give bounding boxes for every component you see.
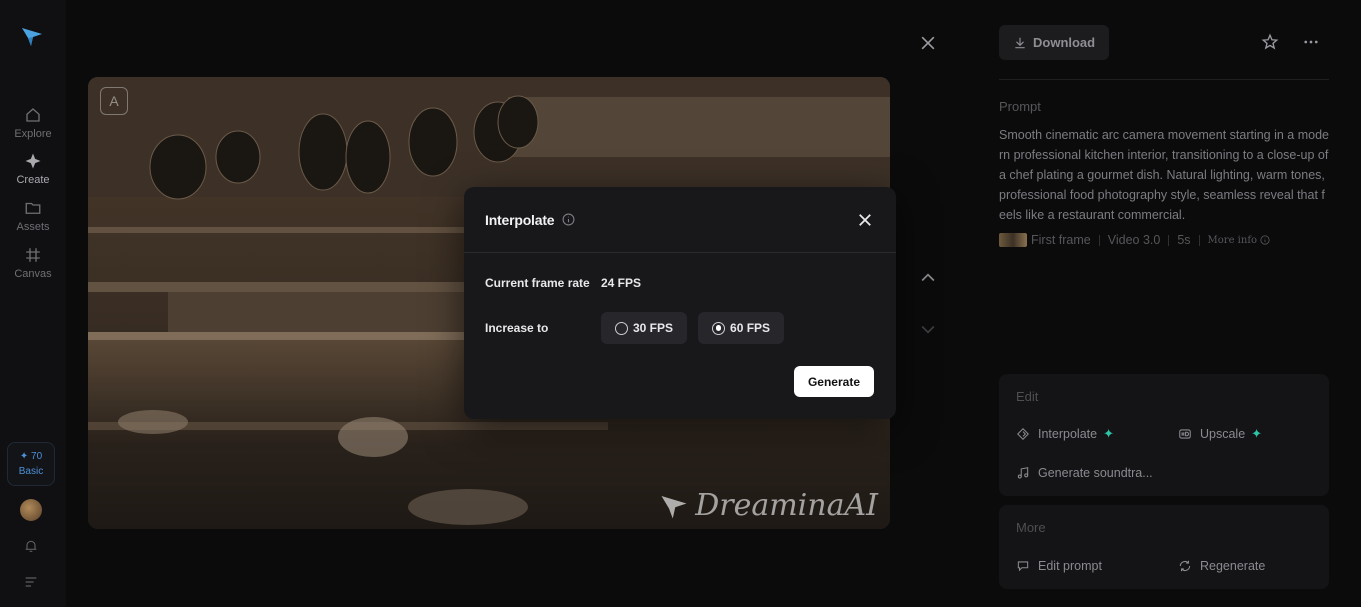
details-panel: Download Prompt Smooth cinematic arc cam… [986,0,1361,607]
watermark: DreaminaAI [657,488,878,523]
credits-badge[interactable]: ✦ 70 Basic [7,442,55,486]
interpolate-label: Interpolate [1038,427,1098,441]
fps-30-option[interactable]: 30 FPS [601,312,688,344]
current-rate-value: 24 FPS [601,276,642,290]
avatar[interactable] [20,499,42,521]
sparkle-icon: ✦ [1103,426,1114,441]
hd-icon [1179,429,1191,439]
current-rate-label: Current frame rate [485,276,590,290]
info-icon[interactable] [562,213,575,226]
first-frame-thumbnail[interactable] [999,233,1027,247]
edit-card: Edit Interpolate ✦ Upscale ✦ Generate so… [999,374,1329,496]
dialog-header: Interpolate [464,187,896,253]
ai-badge: A [100,87,128,115]
menu-icon[interactable] [23,574,39,590]
bell-icon[interactable] [23,538,39,554]
star-icon[interactable] [1261,33,1279,51]
close-icon[interactable] [918,33,938,53]
duration-label: 5s [1177,233,1191,247]
fps-60-option[interactable]: 60 FPS [698,312,785,344]
sparkle-diamond-icon [25,153,41,169]
nav-explore-label: Explore [14,128,52,140]
generate-button[interactable]: Generate [793,366,874,397]
first-frame-label: First frame [1031,233,1091,247]
prompt-text: Smooth cinematic arc camera movement sta… [999,128,1329,222]
soundtrack-label: Generate soundtra... [1038,466,1153,480]
edit-heading: Edit [1016,389,1039,404]
folder-icon [25,202,41,214]
chevron-down-icon[interactable] [918,319,938,339]
divider [999,79,1329,80]
more-options-icon[interactable] [1302,33,1320,51]
nav-explore[interactable]: Explore [0,106,66,140]
download-icon [1015,37,1025,48]
credits-plan: Basic [18,466,44,477]
more-card: More Edit prompt Regenerate [999,505,1329,589]
edit-prompt-icon [1017,561,1029,572]
generation-meta: First frame Video 3.0 5s More info [999,233,1270,247]
more-info-link[interactable]: More info [1208,235,1258,246]
separator [1098,234,1100,246]
nav-assets-label: Assets [16,221,50,233]
radio-30-fps[interactable] [615,321,628,335]
dreamina-logo-icon[interactable] [20,24,44,48]
dreamina-watermark-icon [661,495,687,518]
home-icon [26,108,40,122]
increase-row: Increase to 30 FPS 60 FPS [485,312,795,344]
interpolate-icon [1017,428,1029,440]
info-icon [1260,235,1270,245]
watermark-text: DreaminaAI [695,488,878,523]
interpolate-dialog: Interpolate Current frame rate 24 FPS In… [464,187,896,419]
separator [1198,234,1200,246]
edit-prompt-label: Edit prompt [1038,559,1102,573]
upscale-label: Upscale [1200,427,1246,441]
fps-30-label: 30 FPS [633,321,674,335]
nav-assets[interactable]: Assets [0,199,66,233]
interpolate-action[interactable]: Interpolate ✦ [1016,426,1114,442]
more-heading: More [1016,520,1046,535]
credits-value: ✦ 70 [19,451,43,462]
nav-canvas-label: Canvas [14,268,52,280]
download-label: Download [1033,35,1096,50]
left-rail: Explore Create Assets Canvas ✦ 70 Basic [0,0,66,607]
nav-create[interactable]: Create [0,152,66,186]
increase-label: Increase to [485,321,549,335]
regenerate-action[interactable]: Regenerate [1178,559,1265,573]
download-button[interactable]: Download [999,25,1110,60]
upscale-action[interactable]: Upscale ✦ [1178,426,1262,442]
separator [1168,234,1170,246]
current-rate-row: Current frame rate 24 FPS [485,276,641,290]
chevron-up-icon[interactable] [918,268,938,288]
dialog-title: Interpolate [485,211,555,228]
prompt-heading: Prompt [999,99,1041,114]
model-label: Video 3.0 [1107,233,1161,247]
regenerate-icon [1179,560,1191,572]
soundtrack-action[interactable]: Generate soundtra... [1016,466,1153,480]
radio-60-fps[interactable] [712,321,726,335]
nav-canvas[interactable]: Canvas [0,246,66,280]
music-note-icon [1017,467,1029,479]
fps-60-label: 60 FPS [730,321,771,335]
regenerate-label: Regenerate [1200,559,1266,573]
edit-prompt-action[interactable]: Edit prompt [1016,559,1102,573]
nav-create-label: Create [16,174,50,186]
canvas-grid-icon [26,248,40,262]
sparkle-icon: ✦ [1251,426,1263,441]
close-icon[interactable] [856,211,874,229]
